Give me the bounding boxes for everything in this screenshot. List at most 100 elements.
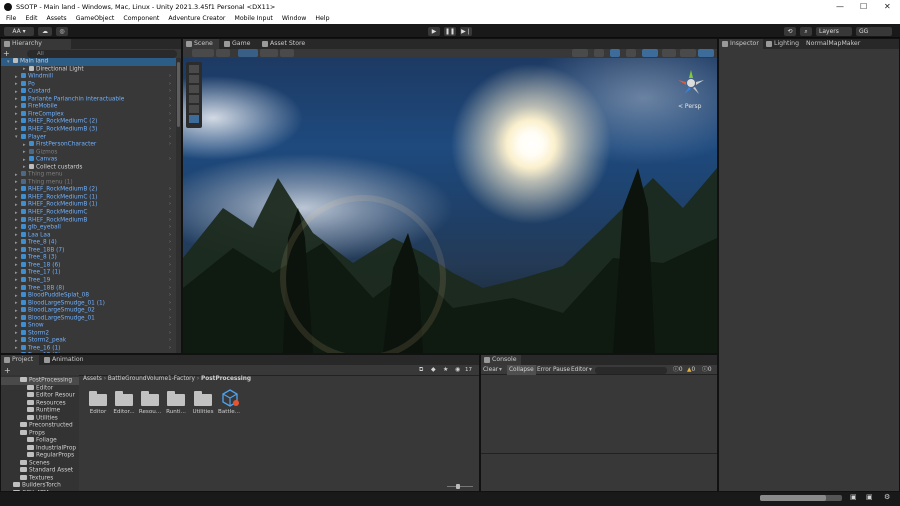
bug-icon[interactable]: ▣ xyxy=(850,493,857,501)
tab-game[interactable]: Game xyxy=(221,39,257,49)
pivot-dropdown[interactable] xyxy=(260,49,278,57)
shading-dropdown[interactable] xyxy=(572,49,588,57)
hierarchy-item[interactable]: ▸ FireComplex › xyxy=(1,110,177,119)
hierarchy-item[interactable]: ▸ RHEF_RockMediumB › xyxy=(1,216,177,225)
project-folder-item[interactable]: Utilities xyxy=(1,414,79,423)
layers-dropdown[interactable]: Layers xyxy=(816,27,852,36)
project-folder-item[interactable]: PostProcessing xyxy=(1,377,79,385)
hierarchy-item[interactable]: ▾ Player › xyxy=(1,133,177,142)
prefab-open-icon[interactable]: › xyxy=(169,224,171,232)
prefab-open-icon[interactable]: › xyxy=(169,209,171,217)
cloud-icon[interactable]: ☁ xyxy=(38,27,52,36)
console-editor-dropdown[interactable]: Editor xyxy=(571,365,588,375)
tab-scene[interactable]: Scene xyxy=(183,39,219,49)
hierarchy-item[interactable]: ▸ glb_eyeball › xyxy=(1,224,177,232)
effects-dropdown[interactable] xyxy=(642,49,658,57)
project-folder-item[interactable]: BuildersTorch xyxy=(1,482,79,490)
project-folder-item[interactable]: CGY_ATM xyxy=(1,489,79,491)
scale-tool-icon[interactable] xyxy=(189,95,199,103)
prefab-cube-icon[interactable] xyxy=(221,389,239,407)
prefab-open-icon[interactable]: › xyxy=(169,277,171,285)
tab-project[interactable]: Project xyxy=(1,355,39,365)
rect-tool-icon[interactable] xyxy=(189,105,199,113)
search-icon[interactable]: ⌕ xyxy=(800,27,812,36)
hierarchy-item[interactable]: ▸ Thing menu (1) xyxy=(1,178,177,187)
error-count[interactable]: ⓘ0 xyxy=(702,365,712,375)
menu-file[interactable]: File xyxy=(6,15,16,22)
project-folder-item[interactable]: Preconstructed xyxy=(1,422,79,430)
rotate-tool-icon[interactable] xyxy=(189,85,199,93)
console-search-input[interactable] xyxy=(595,366,667,374)
breadcrumb-assets[interactable]: Assets xyxy=(83,376,102,382)
project-folder-item[interactable]: Foliage xyxy=(1,437,79,445)
prefab-open-icon[interactable]: › xyxy=(169,292,171,300)
audio-toggle-icon[interactable] xyxy=(626,49,636,57)
tab-console[interactable]: Console xyxy=(481,355,521,365)
prefab-open-icon[interactable]: › xyxy=(169,254,171,262)
clear-dropdown-icon[interactable]: ▾ xyxy=(499,365,502,375)
prefab-open-icon[interactable]: › xyxy=(169,247,171,255)
hierarchy-item[interactable]: ▸ FirstPersonCharacter › xyxy=(1,141,177,149)
project-folder-item[interactable]: Props xyxy=(1,429,79,438)
hierarchy-item[interactable]: ▸ Storm2 › xyxy=(1,329,177,338)
prefab-open-icon[interactable]: › xyxy=(169,232,171,240)
hierarchy-item[interactable]: ▸ RHEF_RockMediumB (2) › xyxy=(1,186,177,194)
project-folder-item[interactable]: Resources xyxy=(1,399,79,408)
hierarchy-item[interactable]: ▸ Thing menu xyxy=(1,171,177,179)
prefab-open-icon[interactable]: › xyxy=(169,262,171,270)
prefab-open-icon[interactable]: › xyxy=(169,118,171,126)
folder-editor-resources-icon[interactable] xyxy=(115,391,133,406)
prefab-open-icon[interactable]: › xyxy=(169,337,171,345)
folder-utilities-icon[interactable] xyxy=(194,391,212,406)
prefab-open-icon[interactable]: › xyxy=(169,141,171,149)
hierarchy-item[interactable]: ▸ RHEF_RockMediumB (1) › xyxy=(1,201,177,209)
hierarchy-item[interactable]: ▸ Snow › xyxy=(1,322,177,330)
gizmos-dropdown[interactable] xyxy=(698,49,714,57)
project-folder-item[interactable]: IndustrialProp xyxy=(1,444,79,453)
prefab-open-icon[interactable]: › xyxy=(169,88,171,96)
star-icon[interactable]: ★ xyxy=(443,366,448,373)
hierarchy-item[interactable]: ▸ RHEF_RockMediumC (1) › xyxy=(1,193,177,202)
collab-icon[interactable]: ◎ xyxy=(56,27,68,36)
prefab-open-icon[interactable]: › xyxy=(169,126,171,134)
hierarchy-item[interactable]: ▸ FireMobile › xyxy=(1,103,177,111)
hierarchy-item[interactable]: ▸ Parlante Parlanchin interactuable › xyxy=(1,95,177,104)
history-icon[interactable]: ⟲ xyxy=(784,27,796,36)
gizmo-dropdown[interactable] xyxy=(216,49,230,57)
breadcrumb-battleground[interactable]: BattleGroundVolume1-Factory xyxy=(108,376,195,382)
prefab-open-icon[interactable]: › xyxy=(169,103,171,111)
hierarchy-item[interactable]: ▸ Tree_18B (7) › xyxy=(1,246,177,255)
project-folder-item[interactable]: Editor xyxy=(1,384,79,393)
tab-animation[interactable]: Animation xyxy=(41,355,87,365)
prefab-open-icon[interactable]: › xyxy=(169,111,171,119)
2d-toggle[interactable] xyxy=(594,49,604,57)
project-folder-item[interactable]: Textures xyxy=(1,474,79,483)
prefab-open-icon[interactable]: › xyxy=(169,330,171,338)
hierarchy-item[interactable]: ▸ Directional Light xyxy=(1,65,177,74)
grid-dropdown[interactable] xyxy=(280,49,294,57)
hierarchy-item[interactable]: ▸ RHEF_RockMediumB (3) › xyxy=(1,125,177,134)
hierarchy-item[interactable]: ▸ BloodLargeSmudge_01 › xyxy=(1,314,177,323)
minimize-button[interactable]: — xyxy=(836,2,844,11)
console-collapse-button[interactable]: Collapse xyxy=(507,365,536,375)
draw-mode-dropdown[interactable] xyxy=(192,49,214,57)
account-dropdown[interactable]: AA ▾ xyxy=(4,27,34,36)
hierarchy-item[interactable]: ▸ Custard › xyxy=(1,88,177,96)
menu-window[interactable]: Window xyxy=(282,15,306,22)
settings-icon[interactable]: ⚙ xyxy=(884,493,890,501)
hand-tool-icon[interactable] xyxy=(189,65,199,73)
prefab-open-icon[interactable]: › xyxy=(169,315,171,323)
scene-view[interactable] xyxy=(183,58,717,353)
menu-mobile-input[interactable]: Mobile Input xyxy=(235,15,273,22)
tab-lighting[interactable]: Lighting xyxy=(763,39,803,49)
add-icon[interactable]: + xyxy=(3,50,13,58)
prefab-open-icon[interactable]: › xyxy=(169,73,171,81)
project-folder-item[interactable]: RegularProps xyxy=(1,452,79,460)
prefab-open-icon[interactable]: › xyxy=(169,96,171,104)
hierarchy-item[interactable]: ▾ Main land xyxy=(1,58,177,66)
hierarchy-search-input[interactable]: All xyxy=(27,50,177,58)
folder-resources-icon[interactable] xyxy=(141,391,159,406)
hierarchy-item[interactable]: ▸ Tree_8 (4) › xyxy=(1,239,177,247)
project-folder-item[interactable]: Scenes xyxy=(1,459,79,468)
hierarchy-item[interactable]: ▸ Tree_16 (1) › xyxy=(1,344,177,353)
